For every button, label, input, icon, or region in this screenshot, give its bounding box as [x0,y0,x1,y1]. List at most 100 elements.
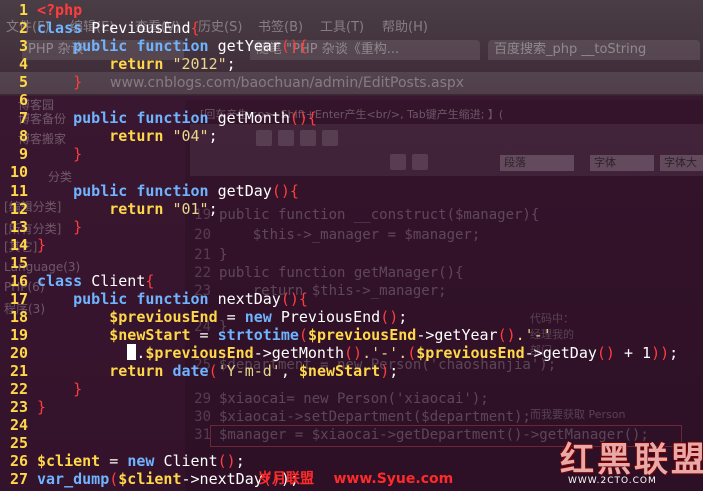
code-line[interactable]: 6 [0,91,703,109]
code-token: , [280,362,299,380]
code-editor[interactable]: 1 <?php 2 class PreviousEnd{3 public functi… [0,0,703,491]
code-token: $previousEnd [109,307,218,326]
code-text: <?php [37,1,82,19]
code-token: ; [208,127,218,146]
code-line[interactable]: 3 public function getYear(){ [0,37,703,55]
code-line[interactable]: 11 public function getDay(){ [0,182,703,200]
code-line[interactable]: 2 class PreviousEnd{ [0,19,703,37]
code-token: ; [208,199,218,218]
code-line[interactable]: 8 return "04"; [0,127,703,145]
code-text: public function getDay(){ [37,182,299,200]
code-line[interactable]: 23} [0,398,703,416]
code-text: } [37,218,82,236]
code-line[interactable]: 18 $previousEnd = new PreviousEnd(); [0,308,703,326]
code-line[interactable]: 4 return "2012"; [0,55,703,73]
code-text: } [37,380,82,398]
code-line[interactable]: 7 public function getMonth(){ [0,109,703,127]
code-token: PreviousEnd [280,307,381,326]
code-token: (){ [271,181,299,200]
code-token: { [145,271,155,290]
code-token: } [37,145,83,164]
code-token: ( [208,362,218,380]
code-line[interactable]: 17 public function nextDay(){ [0,290,703,308]
code-text: public function getYear(){ [37,37,308,55]
code-line[interactable]: 5 } [0,73,703,91]
code-line[interactable]: 20 .$previousEnd->getMonth().'-'.($previ… [0,343,703,362]
code-token: Client [163,452,218,471]
code-token: = [100,452,128,471]
code-token: return [37,127,173,146]
code-token: (){ [280,289,308,308]
line-number: 20 [9,343,28,362]
code-token: )) [651,343,670,362]
line-number: 18 [9,307,28,326]
watermark-url: www.Syue.com [333,471,454,487]
logo-text: 红黑联盟 [560,440,703,480]
code-token: ; [669,343,679,362]
code-line[interactable]: 15 [0,254,703,272]
code-token: } [37,235,47,254]
code-token: return [37,362,173,380]
code-token: public function [37,37,218,56]
line-number: 2 [18,19,28,38]
code-text: $newStart = strtotime($previousEnd->getY… [37,326,552,344]
line-number: 7 [18,109,28,128]
line-number: 6 [18,91,28,110]
code-token: } [37,73,83,92]
code-line[interactable]: 12 return "01"; [0,200,703,218]
code-line[interactable]: 22 } [0,380,703,398]
code-line[interactable]: 16 class Client{ [0,272,703,290]
line-number: 3 [18,37,28,56]
line-number: 9 [18,145,28,164]
code-token: } [37,380,83,399]
code-line[interactable]: 13 } [0,218,703,236]
code-text: return "04"; [37,127,218,146]
watermark-name: 岁月联盟 [258,471,314,487]
code-token: ; [398,307,408,326]
code-token: } [37,398,47,417]
line-number: 27 [9,470,28,489]
code-token: public function [37,289,218,308]
code-token: ; [226,55,236,74]
code-text: .$previousEnd->getMonth().'-'.($previous… [37,343,679,362]
code-token: strtotime [217,325,299,344]
line-number: 23 [9,398,28,417]
code-token: } [37,217,83,236]
code-token: ->getMonth [253,343,345,362]
code-token: new [244,307,281,326]
code-token: (){ [280,37,308,56]
code-token: "2012" [172,55,227,74]
line-number: 14 [9,235,28,254]
code-token: $previousEnd [307,325,417,344]
code-token: $client [37,452,101,471]
code-text: $client = new Client(); [37,452,245,470]
code-line[interactable]: 1 <?php [0,1,703,19]
code-text: } [37,145,82,163]
code-text: class PreviousEnd{ [37,19,200,37]
code-token: ) [380,362,390,380]
code-token: () [497,325,516,344]
code-line[interactable]: 10 [0,163,703,181]
logo-watermark: 红黑联盟 WWW.2CTO.COM [560,432,703,491]
code-text: public function getMonth(){ [37,109,317,127]
code-token: () [596,343,615,362]
code-token: nextDay [217,289,281,308]
code-line[interactable]: 14} [0,236,703,254]
line-number: 15 [9,253,28,272]
line-number: 4 [18,55,28,74]
code-token: Client [91,271,146,290]
line-number: 22 [9,380,28,399]
code-token: class [37,271,92,290]
code-token: PreviousEnd [91,19,191,38]
code-line[interactable]: 21 return date('Y-m-d', $newStart); [0,362,703,380]
code-token: <?php [37,1,83,19]
line-number: 24 [9,416,28,435]
code-line[interactable]: 19 $newStart = strtotime($previousEnd->g… [0,326,703,344]
line-number: 17 [9,289,28,308]
line-number: 13 [9,217,28,236]
code-line[interactable]: 9 } [0,145,703,163]
line-number: 1 [18,1,28,19]
code-token: return [37,199,173,218]
code-token: () [380,307,399,326]
